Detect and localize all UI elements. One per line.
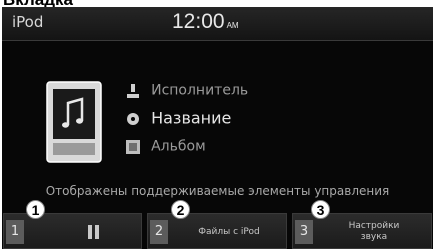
artist-row: Исполнитель <box>126 79 248 101</box>
pause-icon <box>88 225 100 239</box>
bottom-bar: 1 2 Файлы с iPod 3 Настройки звука <box>2 213 433 249</box>
button-number: 1 <box>6 220 24 244</box>
status-bar: iPod 12:00 AM <box>2 7 433 41</box>
clock-ampm: AM <box>226 21 239 30</box>
ipod-music-icon <box>46 81 102 163</box>
ipod-files-label: Файлы с iPod <box>198 226 260 237</box>
callout-marker-3: 3 <box>311 200 330 219</box>
album-label: Альбом <box>151 138 206 155</box>
clock: 12:00 AM <box>172 10 239 34</box>
title-icon <box>127 112 139 125</box>
ipod-files-button[interactable]: 2 Файлы с iPod <box>147 213 287 249</box>
sound-settings-line1: Настройки <box>348 221 400 231</box>
button-number: 2 <box>150 220 168 244</box>
sound-settings-label: Настройки звука <box>319 214 429 249</box>
sound-settings-line2: звука <box>360 232 388 242</box>
head-unit-screen: iPod 12:00 AM Исполнитель Название Альбом… <box>2 7 433 249</box>
pause-button[interactable]: 1 <box>3 213 142 249</box>
title-label: Название <box>151 108 232 128</box>
artist-icon <box>127 83 139 98</box>
album-row: Альбом <box>126 135 206 157</box>
callout-marker-1: 1 <box>26 200 45 219</box>
callout-marker-2: 2 <box>171 200 190 219</box>
button-number: 3 <box>295 220 313 244</box>
sound-settings-button[interactable]: 3 Настройки звука <box>292 213 432 249</box>
supported-controls-notice: Отображены поддерживаемые элементы управ… <box>45 184 390 198</box>
artist-label: Исполнитель <box>151 82 249 99</box>
source-label: iPod <box>12 13 44 31</box>
album-icon <box>126 139 140 154</box>
title-row: Название <box>126 107 231 129</box>
clock-time: 12:00 <box>172 10 225 33</box>
